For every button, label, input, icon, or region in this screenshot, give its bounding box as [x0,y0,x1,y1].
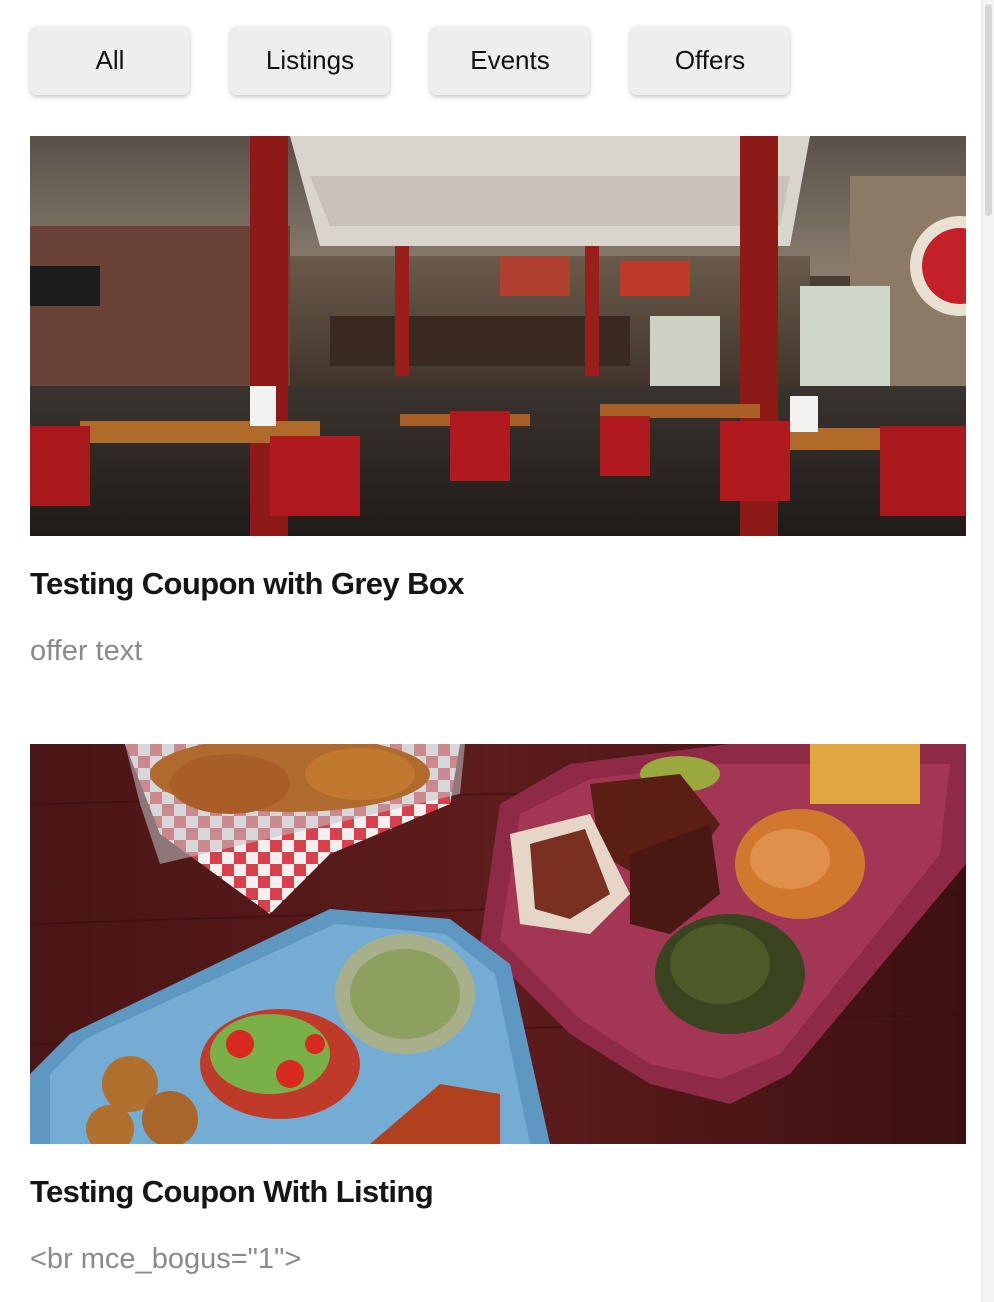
offers-page: All Listings Events Offers Testing Coupo… [0,0,994,1302]
card-title[interactable]: Testing Coupon with Grey Box [30,566,966,602]
card-description: <br mce_bogus="1"> [30,1243,302,1275]
filter-offers-button[interactable]: Offers [630,26,790,95]
filter-all-button[interactable]: All [30,26,190,95]
restaurant-interior-image[interactable] [30,136,966,536]
page-scrollbar[interactable] [981,0,994,1302]
offer-card[interactable]: Testing Coupon With Listing <br mce_bogu… [30,744,966,1276]
bbq-trays-image[interactable] [30,744,966,1144]
card-title[interactable]: Testing Coupon With Listing [30,1174,966,1210]
card-description: offer text [30,635,143,667]
filter-events-button[interactable]: Events [430,26,590,95]
offer-card[interactable]: Testing Coupon with Grey Box offer text [30,136,966,668]
scrollbar-thumb[interactable] [985,4,992,216]
filter-tabs: All Listings Events Offers [30,26,790,95]
filter-listings-button[interactable]: Listings [230,26,390,95]
